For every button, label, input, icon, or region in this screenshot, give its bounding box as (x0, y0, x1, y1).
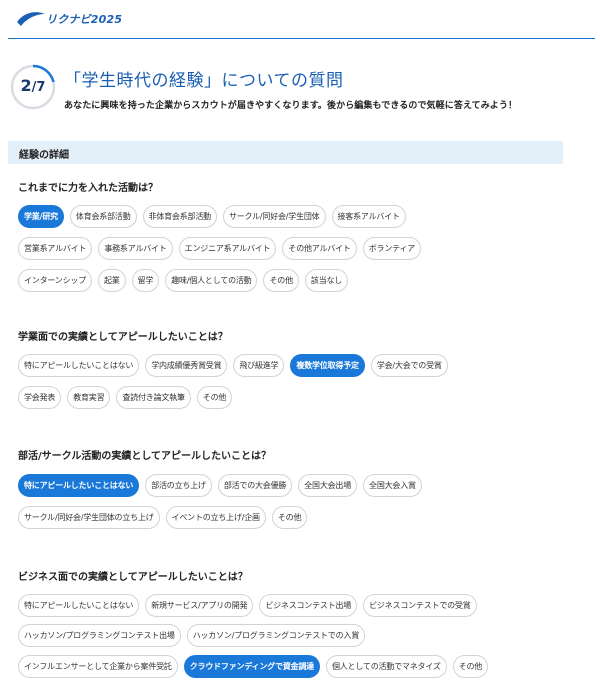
option-chip[interactable]: ハッカソン/プログラミングコンテスト出場 (18, 624, 181, 647)
option-chip[interactable]: 全国大会入賞 (363, 474, 422, 497)
option-chip-selected[interactable]: 学業/研究 (18, 205, 64, 228)
option-chip[interactable]: その他 (196, 386, 233, 409)
option-chip[interactable]: 全国大会出場 (298, 474, 358, 497)
chip-row: サークル/同好会/学生団体の立ち上げ イベントの立ち上げ/企画 その他 (18, 506, 313, 529)
logo-text: リクナビ2025 (46, 13, 123, 26)
option-chip[interactable]: 起業 (98, 269, 126, 292)
app-header: リクナビ2025 (0, 0, 600, 38)
option-chip[interactable]: 新規サービス/アプリの開発 (145, 594, 254, 617)
section-header: 経験の詳細 (8, 141, 563, 164)
chip-row: 営業系アルバイト 事務系アルバイト エンジニア系アルバイト その他アルバイト ボランティ… (18, 237, 427, 260)
option-chip[interactable]: 学内成績優秀賞受賞 (145, 354, 228, 377)
step-total: 7 (36, 80, 46, 95)
page-title: 「学生時代の経験」についての質問 (64, 71, 344, 91)
option-chip[interactable]: 非体育会系部活動 (142, 205, 217, 228)
option-chip[interactable]: エンジニア系アルバイト (178, 237, 277, 260)
option-chip[interactable]: 査読付き論文執筆 (116, 386, 191, 409)
option-chip[interactable]: インターンシップ (18, 269, 92, 292)
option-chip[interactable]: その他 (271, 506, 308, 529)
option-chip[interactable]: 学会発表 (18, 386, 62, 409)
option-chip[interactable]: ボランティア (362, 237, 422, 260)
option-chip[interactable]: サークル/同好会/学生団体 (222, 205, 326, 228)
question-label: 部活/サークル活動の実績としてアピールしたいことは？ (18, 451, 272, 462)
option-chip[interactable]: その他 (263, 269, 299, 292)
option-chip[interactable]: 教育実習 (67, 386, 111, 409)
step-counter: 2/7 (20, 76, 46, 95)
chip-row: 学業/研究 体育会系部活動 非体育会系部活動 サークル/同好会/学生団体 接客系アルバイ… (18, 205, 412, 228)
header-divider (8, 38, 595, 39)
option-chip[interactable]: 事務系アルバイト (98, 237, 173, 260)
step-indicator: 2/7 (8, 62, 58, 112)
option-chip[interactable]: 飛び級進学 (233, 354, 285, 377)
option-chip[interactable]: 特にアピールしたいことはない (18, 354, 140, 377)
chip-row: 特にアピールしたいことはない 学内成績優秀賞受賞 飛び級進学 複数学位取得予定 学会/大… (18, 354, 454, 377)
option-chip-selected[interactable]: クラウドファンディングで資金調達 (183, 655, 320, 678)
option-chip-selected[interactable]: 特にアピールしたいことはない (18, 474, 140, 497)
chip-row: インフルエンサーとして企業から案件受託 クラウドファンディングで資金調達 個人として… (18, 655, 494, 678)
option-chip[interactable]: その他アルバイト (282, 237, 357, 260)
question-label: 学業面での実績としてアピールしたいことは？ (18, 332, 228, 343)
option-chip[interactable]: その他 (452, 655, 489, 678)
option-chip-selected[interactable]: 複数学位取得予定 (290, 354, 365, 377)
option-chip[interactable]: サークル/同好会/学生団体の立ち上げ (18, 506, 160, 529)
chip-row: 特にアピールしたいことはない 新規サービス/アプリの開発 ビジネスコンテスト出場 ビジ… (18, 594, 483, 617)
chip-row: ハッカソン/プログラミングコンテスト出場 ハッカソン/プログラミングコンテストでの… (18, 624, 371, 647)
option-chip[interactable]: ビジネスコンテストでの受賞 (363, 594, 477, 617)
option-chip[interactable]: 接客系アルバイト (331, 205, 406, 228)
question-label: ビジネス面での実績としてアピールしたいことは？ (18, 572, 248, 583)
option-chip[interactable]: 特にアピールしたいことはない (18, 594, 140, 617)
option-chip[interactable]: 個人としての活動でマネタイズ (325, 655, 447, 678)
option-chip[interactable]: 留学 (131, 269, 160, 292)
option-chip[interactable]: 学会/大会での受賞 (370, 354, 448, 377)
option-chip[interactable]: 体育会系部活動 (69, 205, 137, 228)
option-chip[interactable]: 部活の立ち上げ (145, 474, 212, 497)
chip-row: 特にアピールしたいことはない 部活の立ち上げ 部活での大会優勝 全国大会出場 全国大会入… (18, 474, 428, 497)
option-chip[interactable]: 趣味/個人としての活動 (165, 269, 258, 292)
chip-row: 学会発表 教育実習 査読付き論文執筆 その他 (18, 386, 238, 409)
option-chip[interactable]: 営業系アルバイト (18, 237, 93, 260)
option-chip[interactable]: インフルエンサーとして企業から案件受託 (18, 655, 178, 678)
page-subtitle: あなたに興味を持った企業からスカウトが届きやすくなります。後から編集もできるので… (64, 101, 518, 111)
chip-row: インターンシップ 起業 留学 趣味/個人としての活動 その他 該当なし (18, 269, 354, 292)
option-chip[interactable]: ハッカソン/プログラミングコンテストでの入賞 (186, 624, 365, 647)
option-chip[interactable]: 該当なし (304, 269, 349, 292)
step-current: 2 (20, 76, 32, 95)
question-label: これまでに力を入れた活動は？ (18, 183, 158, 194)
rikunabi-logo[interactable]: リクナビ2025 (16, 8, 122, 30)
option-chip[interactable]: 部活での大会優勝 (217, 474, 293, 497)
section-title: 経験の詳細 (19, 150, 69, 161)
option-chip[interactable]: イベントの立ち上げ/企画 (165, 506, 266, 529)
option-chip[interactable]: ビジネスコンテスト出場 (259, 594, 358, 617)
logo-swoosh-icon (17, 12, 45, 26)
